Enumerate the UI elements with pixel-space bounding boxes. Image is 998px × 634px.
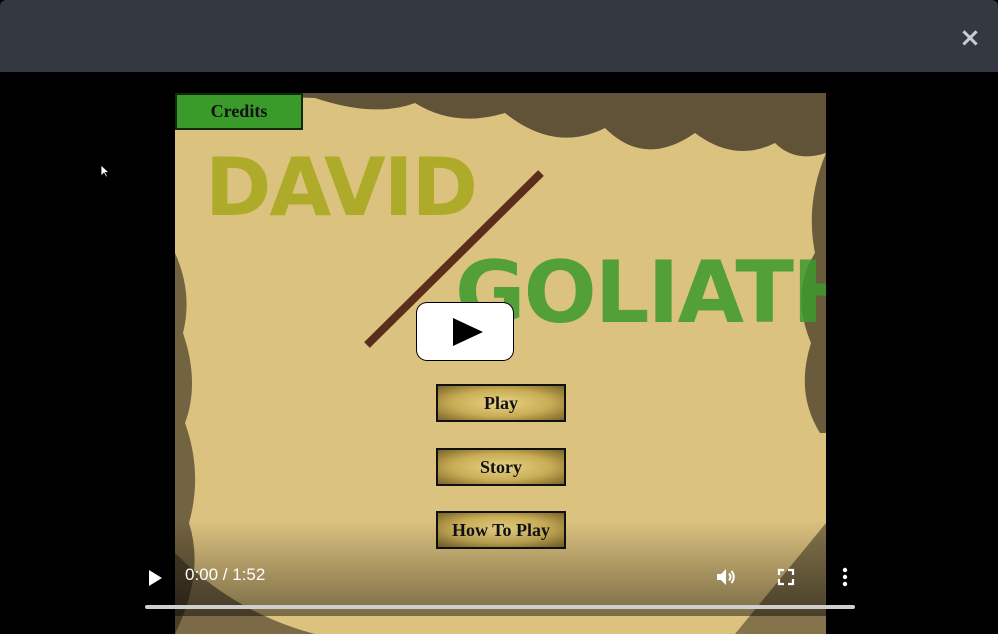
- story-menu-button[interactable]: Story: [436, 448, 566, 486]
- youtube-play-icon[interactable]: [417, 303, 513, 360]
- more-options-icon[interactable]: [833, 564, 857, 590]
- time-display: 0:00 / 1:52: [185, 565, 266, 584]
- video-controls: 0:00 / 1:52: [145, 520, 855, 616]
- modal-header: ×: [0, 0, 998, 72]
- title-david: DAVID: [205, 141, 478, 234]
- volume-icon[interactable]: [714, 564, 738, 590]
- play-icon[interactable]: [149, 570, 162, 586]
- progress-bar[interactable]: [145, 605, 855, 609]
- video-player[interactable]: Credits DAVID GOLIATH Play Story How To …: [0, 72, 998, 634]
- fullscreen-icon[interactable]: [774, 564, 798, 590]
- play-menu-button[interactable]: Play: [436, 384, 566, 422]
- mouse-cursor-icon: [100, 164, 110, 178]
- credits-button[interactable]: Credits: [175, 93, 303, 130]
- close-button[interactable]: ×: [958, 25, 982, 51]
